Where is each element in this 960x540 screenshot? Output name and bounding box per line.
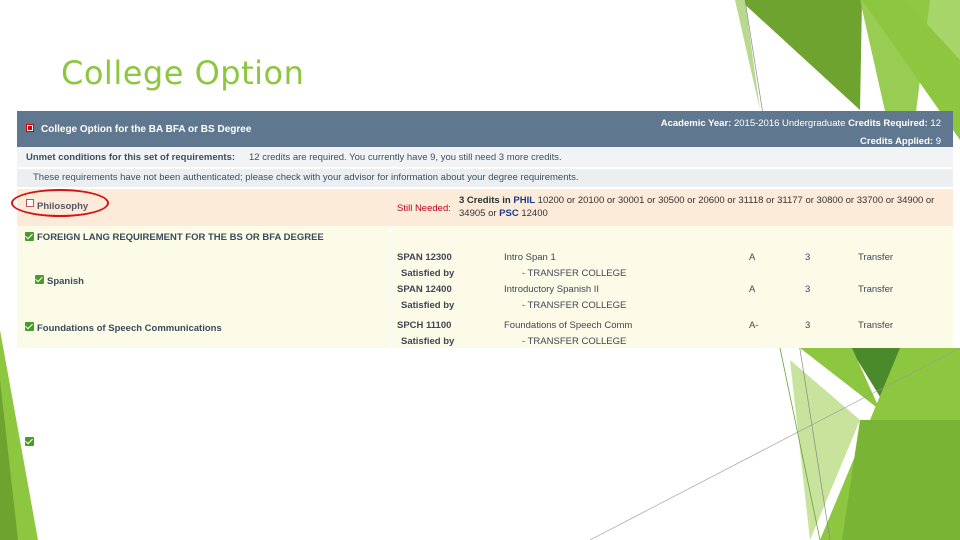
course-credits: 3 xyxy=(805,284,811,295)
course-credits: 3 xyxy=(805,252,811,263)
course-type: Transfer xyxy=(858,284,894,295)
requirement-header: College Option for the BA BFA or BS Degr… xyxy=(17,111,953,147)
transfer-source: - TRANSFER COLLEGE xyxy=(522,336,627,347)
checkmark-icon xyxy=(25,437,34,446)
slide-title: College Option xyxy=(61,54,305,92)
course-title: Introductory Spanish II xyxy=(504,284,600,295)
status-box-icon xyxy=(26,124,34,132)
auth-notice-text: These requirements have not been authent… xyxy=(33,172,579,183)
academic-year-value: 2015-2016 Undergraduate xyxy=(733,118,846,129)
course-code[interactable]: SPAN 12300 xyxy=(397,252,452,263)
course-code[interactable]: SPAN 12400 xyxy=(397,284,452,295)
subject-psc-link[interactable]: PSC xyxy=(499,208,519,219)
column-divider xyxy=(390,226,391,348)
checkmark-icon xyxy=(25,322,34,331)
still-needed-label: Still Needed: xyxy=(397,203,451,214)
unmet-label: Unmet conditions for this set of require… xyxy=(26,152,236,163)
philosophy-row[interactable]: Philosophy Still Needed: 3 Credits in PH… xyxy=(17,189,953,226)
course-code[interactable]: SPCH 11100 xyxy=(397,320,451,331)
course-credits: 3 xyxy=(805,320,811,331)
highlight-circle xyxy=(11,189,109,217)
subject-phil-link[interactable]: PHIL xyxy=(513,195,535,206)
credits-applied-label: Credits Applied: xyxy=(860,136,934,147)
unmet-text: 12 credits are required. You currently h… xyxy=(249,152,562,163)
spanish-label: Spanish xyxy=(47,276,84,287)
transfer-source: - TRANSFER COLLEGE xyxy=(522,268,627,279)
course-type: Transfer xyxy=(858,252,894,263)
course-title: Foundations of Speech Comm xyxy=(504,320,633,331)
credits-required-value: 12 xyxy=(930,118,941,129)
unmet-conditions-row: Unmet conditions for this set of require… xyxy=(17,147,953,167)
transfer-source: - TRANSFER COLLEGE xyxy=(522,300,627,311)
credits-needed: 3 Credits in xyxy=(459,195,511,206)
course-grade: A xyxy=(749,252,756,263)
course-grade: A- xyxy=(749,320,759,331)
degree-audit-panel: College Option for the BA BFA or BS Degr… xyxy=(17,111,953,446)
psc-course[interactable]: 12400 xyxy=(521,208,547,219)
credits-applied-value: 9 xyxy=(935,136,941,147)
still-needed-courses: 3 Credits in PHIL 10200 or 20100 or 3000… xyxy=(459,194,944,220)
speech-label: Foundations of Speech Communications xyxy=(37,323,222,334)
or-word: or xyxy=(488,208,497,219)
satisfied-by-label: Satisfied by xyxy=(401,336,455,347)
foreign-lang-label: FOREIGN LANG REQUIREMENT FOR THE BS OR B… xyxy=(37,232,324,243)
credits-required-label: Credits Required: xyxy=(848,118,928,129)
foreign-lang-section: FOREIGN LANG REQUIREMENT FOR THE BS OR B… xyxy=(17,226,953,446)
course-grade: A xyxy=(749,284,756,295)
satisfied-by-label: Satisfied by xyxy=(401,268,455,279)
requirement-title: College Option for the BA BFA or BS Degr… xyxy=(41,124,252,135)
academic-year-label: Academic Year: xyxy=(660,118,732,129)
checkmark-icon xyxy=(25,232,34,241)
satisfied-by-label: Satisfied by xyxy=(401,300,455,311)
auth-notice-row: These requirements have not been authent… xyxy=(17,169,953,187)
checkmark-icon xyxy=(35,275,44,284)
course-title: Intro Span 1 xyxy=(504,252,556,263)
header-summary: Academic Year: 2015-2016 Undergraduate C… xyxy=(661,115,941,151)
course-type: Transfer xyxy=(858,320,894,331)
